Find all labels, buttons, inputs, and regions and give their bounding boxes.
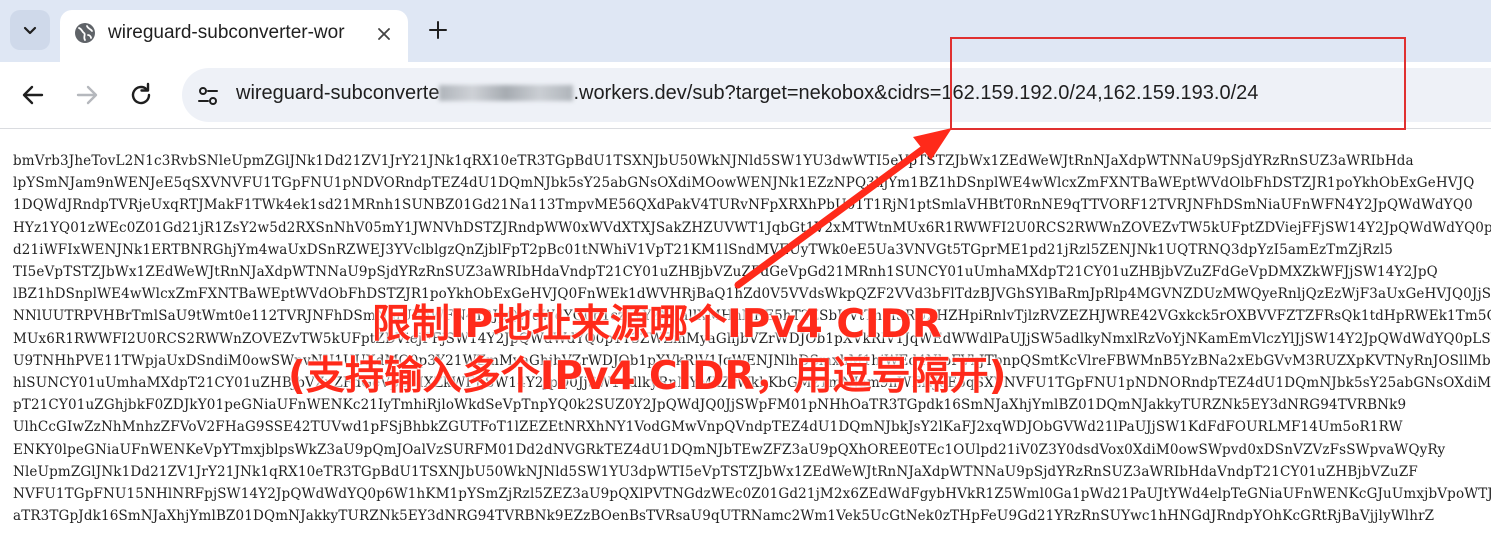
text-line: aTR3TGpJdk16SmNJaXhjYmlBZ01DQmNJakkyTURZ… (13, 508, 1435, 525)
url-prefix: wireguard-subconverte (236, 82, 440, 104)
globe-icon (75, 23, 95, 43)
new-tab-plus-icon[interactable] (424, 16, 452, 44)
text-line: 1DQWdJRndpTVRjeUxqRTJMakF1TWk4ek1sd21MRn… (13, 197, 1473, 214)
text-line: NVFU1TGpFNU15NHlNRFpjSW14Y2JpQWdWdYQ0p6W… (13, 486, 1491, 503)
text-line: d21iWFIxWENJNk1ERTBNRGhjYm4waUxDSnRZWEJ3… (13, 241, 1394, 258)
forward-arrow-icon[interactable] (72, 80, 102, 110)
back-arrow-icon[interactable] (18, 80, 48, 110)
text-line: UlhCcGIwZzNhMnhzZFVoV2FHaG9SSE42TUVwd1pF… (13, 419, 1403, 436)
text-line: bmVrb3JheTovL2N1c3RvbSNleUpmZGlJNk1Dd21Z… (13, 153, 1414, 169)
tab-title: wireguard-subconverter-wor (108, 22, 345, 43)
text-line: TI5eVpTSTZJbWx1ZEdWeWJtRnNJaXdpWTNNaU9pS… (13, 264, 1438, 281)
active-tab[interactable]: wireguard-subconverter-wor (60, 10, 408, 62)
text-line: HYz1YQ01zWEc0Z01Gd21jR1ZsY2w5d2RXSnNhV05… (13, 219, 1491, 236)
close-icon[interactable] (372, 22, 396, 46)
annotation-highlight-box (950, 37, 1406, 130)
annotation-subtitle: (支持输入多个IPv4 CIDR，用逗号隔开) (288, 354, 1007, 399)
tune-icon[interactable] (196, 84, 220, 108)
url-redacted-segment (439, 85, 574, 101)
text-line: ENKY0lpeGNiaUFnWENKeVpYTmxjblpsWkZ3aU9pQ… (13, 441, 1446, 458)
chevron-down-icon (23, 26, 37, 35)
reload-icon[interactable] (126, 80, 156, 110)
text-line: NleUpmZGlJNk1Dd21ZV1JrY21JNk1qRX10eTR3TG… (13, 463, 1418, 480)
tab-search-button[interactable] (10, 10, 50, 50)
annotation-title: 限制IP地址来源哪个IPv4 CIDR (372, 302, 942, 347)
text-line: lpYSmNJam9nWENJeE5qSXVNVFU1TGpFNU1pNDVOR… (13, 175, 1475, 192)
